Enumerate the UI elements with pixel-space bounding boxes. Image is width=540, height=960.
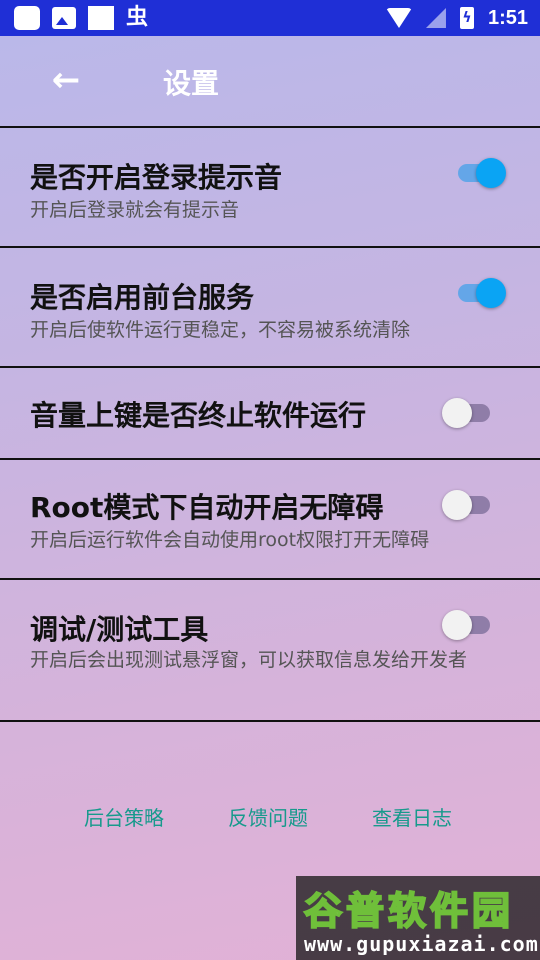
setting-description: 开启后会出现测试悬浮窗，可以获取信息发给开发者 xyxy=(30,649,468,671)
setting-description: 开启后运行软件会自动使用root权限打开无障碍 xyxy=(30,529,430,551)
debug-tools-toggle[interactable] xyxy=(442,606,496,642)
setting-description: 开启后登录就会有提示音 xyxy=(30,199,240,221)
battery-charging-icon: ϟ xyxy=(459,7,474,29)
root-accessibility-toggle[interactable] xyxy=(442,486,496,522)
feedback-link[interactable]: 反馈问题 xyxy=(228,802,308,831)
page-title: 设置 xyxy=(163,67,220,100)
volume-key-stop-toggle[interactable] xyxy=(442,394,496,430)
setting-title: 音量上键是否终止软件运行 xyxy=(30,399,367,432)
login-sound-toggle[interactable] xyxy=(452,154,506,190)
divider xyxy=(0,720,540,722)
status-time: 1:51 xyxy=(487,6,528,29)
setting-row-debug-tools[interactable]: 调试/测试工具 开启后会出现测试悬浮窗，可以获取信息发给开发者 xyxy=(0,580,540,720)
watermark: 谷普软件园 www.gupuxiazai.com xyxy=(296,876,540,960)
setting-title: 是否启用前台服务 xyxy=(30,281,255,314)
toggle-thumb xyxy=(476,158,506,188)
setting-row-root-accessibility[interactable]: Root模式下自动开启无障碍 开启后运行软件会自动使用root权限打开无障碍 xyxy=(0,460,540,578)
setting-row-foreground-service[interactable]: 是否启用前台服务 开启后使软件运行更稳定，不容易被系统清除 xyxy=(0,248,540,366)
status-bar: 虫 ϟ 1:51 xyxy=(0,0,540,36)
blank-icon xyxy=(88,6,114,30)
toggle-thumb xyxy=(442,610,472,640)
setting-row-volume-key-stop[interactable]: 音量上键是否终止软件运行 xyxy=(0,368,540,458)
watermark-logo-text: 谷普软件园 xyxy=(303,888,515,934)
view-logs-link[interactable]: 查看日志 xyxy=(372,802,452,831)
toggle-thumb xyxy=(442,490,472,520)
setting-row-login-sound[interactable]: 是否开启登录提示音 开启后登录就会有提示音 xyxy=(0,128,540,246)
no-signal-icon xyxy=(425,8,446,28)
image-icon xyxy=(52,7,76,29)
toolbar: ← 设置 xyxy=(0,36,540,128)
foreground-service-toggle[interactable] xyxy=(452,274,506,310)
bug-icon: 虫 xyxy=(126,5,149,30)
setting-title: 是否开启登录提示音 xyxy=(30,161,283,194)
setting-description: 开启后使软件运行更稳定，不容易被系统清除 xyxy=(30,319,411,341)
watermark-url: www.gupuxiazai.com xyxy=(304,932,539,956)
toggle-thumb xyxy=(442,398,472,428)
app-icon xyxy=(14,6,40,30)
back-arrow-icon[interactable]: ← xyxy=(44,58,88,102)
setting-title: Root模式下自动开启无障碍 xyxy=(30,491,384,524)
background-policy-link[interactable]: 后台策略 xyxy=(84,802,164,831)
setting-title: 调试/测试工具 xyxy=(30,613,209,646)
toggle-thumb xyxy=(476,278,506,308)
wifi-icon xyxy=(385,8,412,28)
